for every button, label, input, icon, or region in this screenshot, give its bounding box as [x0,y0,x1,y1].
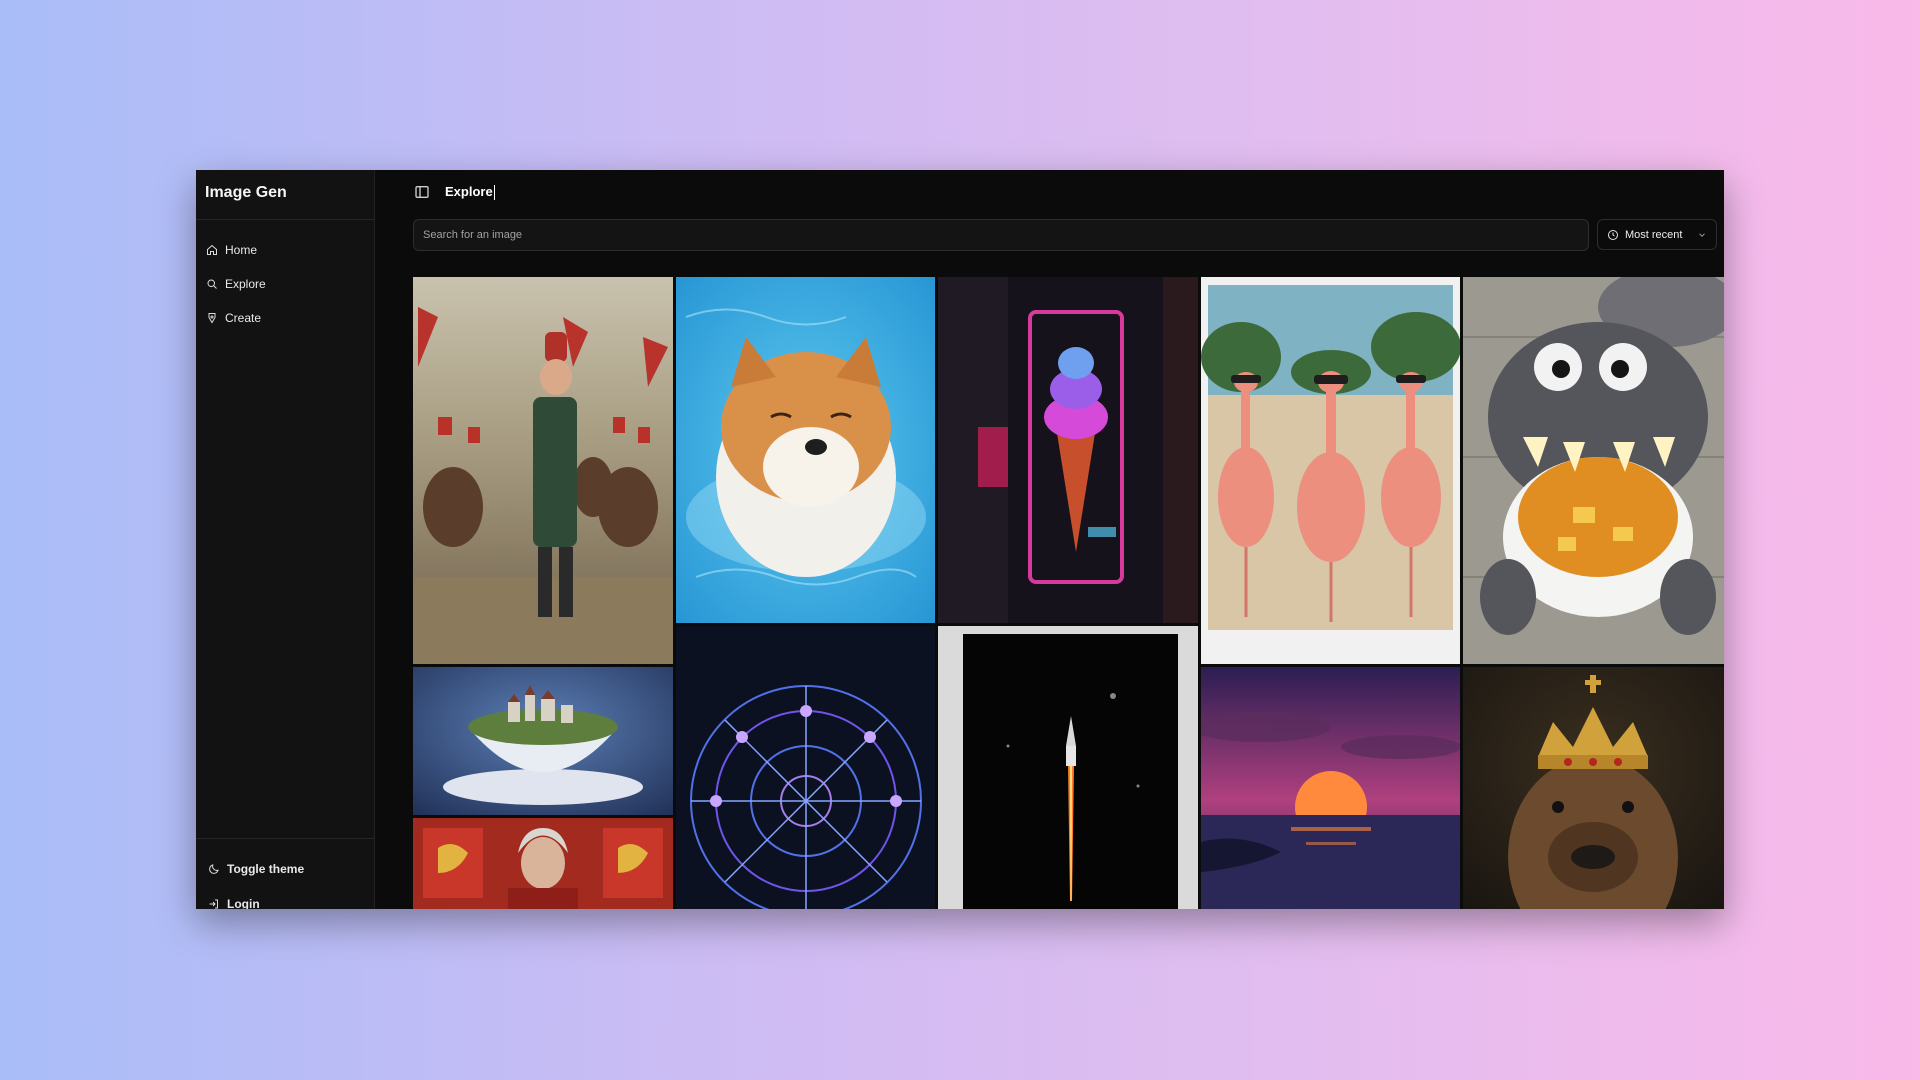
search-input[interactable] [413,219,1589,251]
toggle-theme-button[interactable]: Toggle theme [208,851,304,886]
zodiac-circle-image [676,626,935,909]
sidebar-item-label: Explore [225,277,266,291]
text-caret [493,185,495,201]
image-card-synthwave-sunset[interactable] [1201,667,1460,909]
image-card-rocket-launch[interactable] [938,626,1198,909]
sidebar: Image Gen Home Explore Create Toggle the… [196,170,375,909]
home-icon [207,244,217,255]
image-card-soldier-painting[interactable] [413,277,673,664]
image-card-capybara-crown[interactable] [1463,667,1724,909]
toggle-theme-label: Toggle theme [227,861,305,876]
pen-icon [208,313,216,324]
login-label: Login [227,896,260,910]
sidebar-item-label: Create [225,311,262,325]
sort-label: Most recent [1625,228,1683,241]
clock-icon [1608,229,1618,240]
sort-dropdown[interactable]: Most recent [1597,219,1717,250]
image-card-knight-banner-painting[interactable] [413,818,673,909]
capybara-crown-image [1463,667,1724,909]
rocket-launch-image [938,626,1198,909]
sidebar-item-label: Home [225,243,258,257]
login-button[interactable]: Login [208,886,304,909]
main-content: Explore Most recent [374,170,1724,909]
app-brand: Image Gen [205,184,287,201]
image-card-flamingos-sunglasses[interactable] [1201,277,1460,664]
page-title: Explore [445,184,495,201]
sidebar-nav: Home Explore Create [206,233,266,335]
image-card-crochet-monster-soup[interactable] [1463,277,1724,664]
sidebar-item-create[interactable]: Create [206,301,266,335]
app-window: Image Gen Home Explore Create Toggle the… [196,170,1724,909]
image-card-shiba-swimming[interactable] [676,277,935,623]
teacup-village-image [413,667,673,815]
sidebar-divider [196,219,374,220]
sidebar-toggle-button[interactable] [414,184,430,200]
soldier-painting-image [413,277,673,664]
sidebar-panel-icon [415,186,429,198]
sidebar-item-home[interactable]: Home [206,233,266,267]
chevron-down-icon [1699,232,1705,237]
login-icon [209,899,218,908]
image-card-neon-ice-cream[interactable] [938,277,1198,623]
search-icon [207,279,217,289]
flamingos-sunglasses-image [1201,277,1460,664]
sidebar-bottom-divider [196,838,374,839]
knight-banner-image [413,818,673,909]
image-card-teacup-village[interactable] [413,667,673,815]
synthwave-sunset-image [1201,667,1460,909]
sidebar-bottom: Toggle theme Login [208,851,304,909]
image-card-zodiac-circle[interactable] [676,626,935,909]
page-title-text: Explore [445,184,493,199]
shiba-swimming-image [676,277,935,623]
crochet-monster-soup-image [1463,277,1724,664]
neon-ice-cream-image [938,277,1198,623]
moon-icon [209,863,219,874]
sidebar-item-explore[interactable]: Explore [206,267,266,301]
